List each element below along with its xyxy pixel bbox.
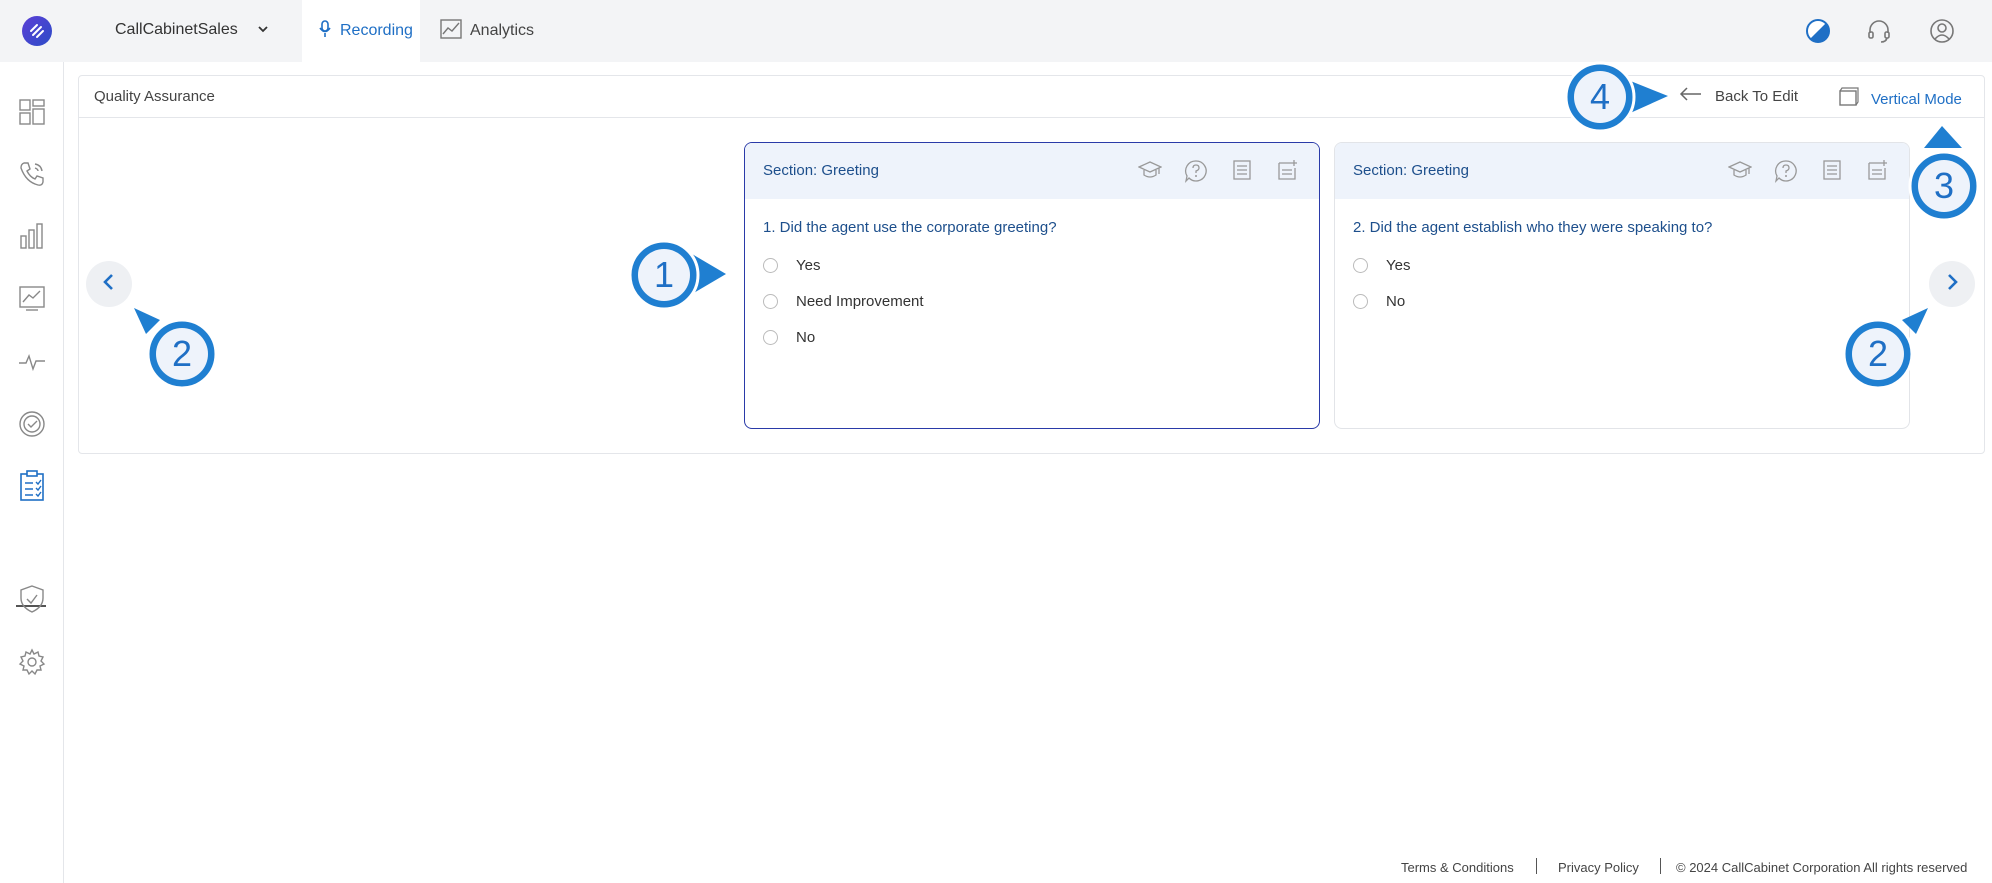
pulse-icon[interactable]	[18, 348, 46, 381]
tab-recording[interactable]: Recording	[302, 0, 420, 62]
graduation-cap-icon[interactable]	[1127, 159, 1173, 183]
callout-badge-2-right: 2	[1842, 308, 1928, 390]
privacy-link[interactable]: Privacy Policy	[1558, 860, 1639, 875]
vertical-mode-button[interactable]: Vertical Mode	[1837, 87, 1962, 111]
settings-gear-icon[interactable]	[18, 648, 46, 681]
answer-option[interactable]: No	[763, 329, 815, 346]
help-question-icon[interactable]	[1173, 159, 1219, 183]
card-header: Section: Greeting	[1335, 143, 1909, 199]
footer-divider	[1660, 858, 1661, 874]
tab-recording-label: Recording	[340, 22, 413, 39]
question-text: 2. Did the agent establish who they were…	[1353, 219, 1713, 236]
section-title: Section: Greeting	[1353, 162, 1469, 179]
chevron-right-icon	[1945, 273, 1959, 296]
notes-icon[interactable]	[1809, 159, 1855, 183]
answer-option[interactable]: Need Improvement	[763, 293, 924, 310]
section-label: Section:	[763, 162, 818, 179]
top-bar: CallCabinetSales Recording Analytics	[0, 0, 1992, 62]
answer-option[interactable]: Yes	[763, 257, 820, 274]
graduation-cap-icon[interactable]	[1717, 159, 1763, 183]
callout-4-number: 4	[1590, 76, 1610, 117]
help-question-icon[interactable]	[1763, 159, 1809, 183]
dashboard-icon[interactable]	[18, 98, 46, 131]
callout-badge-3: 3	[1908, 126, 1980, 222]
theme-toggle-icon[interactable]	[1805, 18, 1831, 49]
card-header: Section: Greeting	[745, 143, 1319, 199]
tenant-selector[interactable]: CallCabinetSales	[115, 21, 238, 39]
qa-checklist-icon[interactable]	[18, 470, 46, 507]
shield-icon[interactable]	[18, 584, 46, 619]
analytics-trend-icon[interactable]	[18, 284, 46, 317]
headset-support-icon[interactable]	[1866, 18, 1892, 49]
footer-divider	[1536, 858, 1537, 874]
radio-button[interactable]	[763, 258, 778, 273]
add-note-icon[interactable]	[1265, 159, 1311, 183]
option-label: No	[1386, 293, 1406, 310]
user-profile-icon[interactable]	[1929, 18, 1955, 49]
check-circle-icon[interactable]	[18, 410, 46, 443]
option-label: Yes	[1386, 257, 1411, 274]
question-card[interactable]: Section: Greeting 1. Did the agent use t…	[744, 142, 1320, 429]
callout-1-number: 1	[654, 254, 674, 295]
option-label: Yes	[796, 257, 821, 274]
option-label: No	[796, 329, 816, 346]
tab-analytics[interactable]: Analytics	[440, 0, 534, 62]
callout-3-number: 3	[1934, 165, 1954, 206]
next-button[interactable]	[1929, 261, 1975, 307]
section-label: Section:	[1353, 162, 1408, 179]
terms-link[interactable]: Terms & Conditions	[1401, 860, 1514, 875]
app-logo-icon[interactable]	[22, 16, 52, 46]
callout-badge-4: 4	[1564, 61, 1668, 133]
section-name: Greeting	[1411, 162, 1469, 179]
back-to-edit-label: Back To Edit	[1715, 87, 1799, 105]
answer-option[interactable]: Yes	[1353, 257, 1410, 274]
previous-button[interactable]	[86, 261, 132, 307]
answer-option[interactable]: No	[1353, 293, 1405, 310]
chevron-left-icon	[102, 273, 116, 296]
question-card[interactable]: Section: Greeting 2. Did the agent estab…	[1334, 142, 1910, 429]
section-name: Greeting	[821, 162, 879, 179]
panel-header: Quality Assurance Back To Edit Vertical …	[79, 76, 1984, 118]
arrow-left-icon	[1679, 87, 1715, 105]
radio-button[interactable]	[1353, 258, 1368, 273]
left-sidebar	[0, 62, 64, 883]
analytics-chart-icon	[440, 18, 470, 44]
notes-icon[interactable]	[1219, 159, 1265, 183]
bar-chart-icon[interactable]	[18, 222, 46, 255]
callout-2-right-number: 2	[1868, 333, 1888, 374]
callout-badge-1: 1	[628, 239, 726, 311]
section-title: Section: Greeting	[763, 162, 879, 179]
chevron-down-icon[interactable]	[256, 22, 270, 41]
window-icon	[1837, 87, 1871, 111]
vertical-mode-label: Vertical Mode	[1871, 90, 1962, 108]
radio-button[interactable]	[763, 294, 778, 309]
copyright-text: © 2024 CallCabinet Corporation All right…	[1676, 860, 1968, 875]
microphone-icon	[318, 19, 340, 43]
callout-2-left-number: 2	[172, 333, 192, 374]
phone-calls-icon[interactable]	[18, 160, 46, 193]
question-text: 1. Did the agent use the corporate greet…	[763, 219, 1057, 236]
option-label: Need Improvement	[796, 293, 924, 310]
add-note-icon[interactable]	[1855, 159, 1901, 183]
back-to-edit-button[interactable]: Back To Edit	[1679, 87, 1798, 105]
page-title: Quality Assurance	[94, 88, 215, 105]
callout-badge-2-left: 2	[134, 308, 218, 390]
radio-button[interactable]	[763, 330, 778, 345]
radio-button[interactable]	[1353, 294, 1368, 309]
tab-analytics-label: Analytics	[470, 22, 535, 39]
